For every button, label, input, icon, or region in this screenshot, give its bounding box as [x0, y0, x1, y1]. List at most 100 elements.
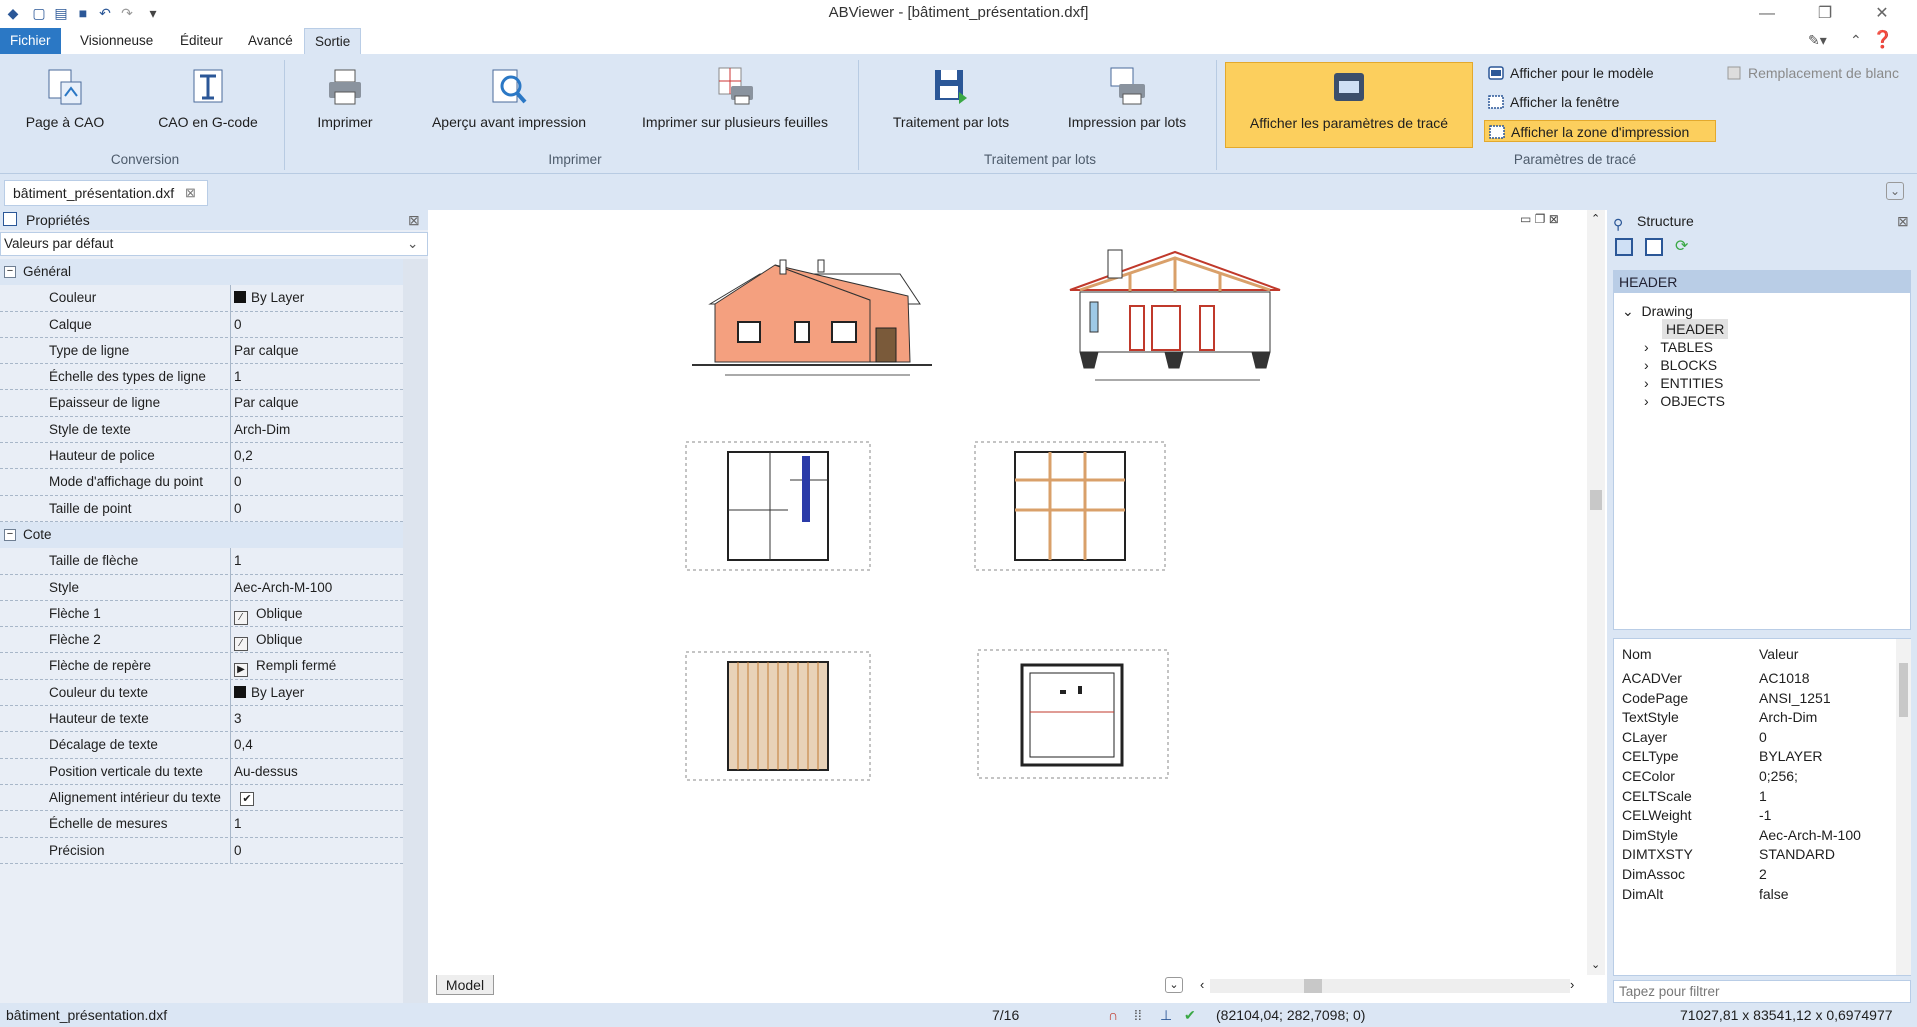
scroll-down-icon[interactable]: ⌄ — [1591, 958, 1600, 971]
split-view-icon[interactable] — [1645, 238, 1663, 256]
chevron-right-icon[interactable]: › — [1644, 375, 1649, 391]
property-row[interactable]: Calque 0 — [0, 311, 403, 338]
property-row[interactable]: Échelle de mesures 1 — [0, 811, 403, 838]
property-value[interactable]: 1 — [234, 364, 242, 390]
property-value[interactable]: Arch-Dim — [234, 417, 290, 443]
tree-node-blocks[interactable]: › BLOCKS — [1644, 355, 1717, 375]
tab-fichier[interactable]: Fichier — [0, 28, 61, 54]
show-plot-settings-button[interactable]: Afficher les paramètres de tracé — [1225, 62, 1473, 148]
close-window-button[interactable]: ✕ — [1862, 2, 1902, 26]
tree-node-tables[interactable]: › TABLES — [1644, 337, 1713, 357]
tree-node-entities[interactable]: › ENTITIES — [1644, 373, 1723, 393]
page-to-cad-button[interactable]: Page à CAO — [20, 62, 110, 152]
tab-visionneuse[interactable]: Visionneuse — [70, 28, 163, 54]
chevron-right-icon[interactable]: › — [1644, 339, 1649, 355]
model-tab[interactable]: Model — [436, 975, 494, 995]
checkbox[interactable]: ✔ — [240, 791, 254, 806]
expand-icon[interactable]: ⌄ — [1622, 303, 1634, 319]
property-value[interactable]: ✔ — [234, 785, 254, 811]
property-value[interactable]: 0 — [234, 496, 242, 522]
table-scroll-thumb[interactable] — [1899, 663, 1908, 717]
tree-node-drawing[interactable]: ⌄ Drawing — [1622, 301, 1693, 321]
property-value[interactable]: Aec-Arch-M-100 — [234, 575, 332, 601]
chevron-right-icon[interactable]: › — [1644, 393, 1649, 409]
tree-node-objects[interactable]: › OBJECTS — [1644, 391, 1725, 411]
property-value[interactable]: 0,2 — [234, 443, 253, 469]
collapse-ribbon-icon[interactable]: ⌃ — [1850, 32, 1862, 49]
close-tab-icon[interactable]: ⊠ — [185, 181, 196, 205]
property-row[interactable]: Flèche 2 ⁄ Oblique — [0, 627, 403, 654]
collapse-icon[interactable]: − — [4, 528, 16, 541]
property-value[interactable]: 0,4 — [234, 732, 253, 758]
batch-print-button[interactable]: Impression par lots — [1056, 62, 1198, 152]
property-row[interactable]: Style Aec-Arch-M-100 — [0, 574, 403, 601]
refresh-icon[interactable]: ⟳ — [1675, 236, 1688, 256]
cad-to-gcode-button[interactable]: CAO en G-code — [148, 62, 268, 152]
show-print-area-button[interactable]: Afficher la zone d'impression — [1484, 120, 1716, 142]
property-value[interactable]: Par calque — [234, 390, 299, 416]
property-row[interactable]: Couleur By Layer — [0, 285, 403, 312]
property-row[interactable]: Taille de point 0 — [0, 495, 403, 522]
property-row[interactable]: Type de ligne Par calque — [0, 337, 403, 365]
filter-input[interactable]: Tapez pour filtrer — [1613, 980, 1911, 1003]
collapse-icon[interactable]: − — [4, 266, 16, 278]
canvas-vertical-scrollbar[interactable]: ⌃ ⌄ — [1587, 210, 1605, 975]
property-row[interactable]: Décalage de texte 0,4 — [0, 732, 403, 759]
table-scrollbar[interactable] — [1896, 639, 1911, 975]
tab-editeur[interactable]: Éditeur — [170, 28, 233, 54]
property-row[interactable]: Position verticale du texte Au-dessus — [0, 758, 403, 785]
property-row[interactable]: Flèche 1 ⁄ Oblique — [0, 600, 403, 628]
scroll-up-icon[interactable]: ⌃ — [1591, 212, 1600, 225]
tab-avance[interactable]: Avancé — [238, 28, 303, 54]
property-value[interactable]: 3 — [234, 706, 242, 732]
tab-sortie[interactable]: Sortie — [304, 28, 362, 54]
property-value[interactable]: Par calque — [234, 338, 299, 364]
scroll-left-icon[interactable]: ‹ — [1200, 977, 1204, 992]
show-window-button[interactable]: Afficher la fenêtre — [1484, 91, 1619, 113]
grid-icon[interactable]: ⁞⁞ — [1134, 1003, 1142, 1027]
snap-icon[interactable]: ✔ — [1184, 1003, 1196, 1027]
property-row[interactable]: Alignement intérieur du texte ✔ — [0, 784, 403, 812]
restore-button[interactable]: ❐ — [1805, 2, 1845, 26]
property-value[interactable]: ⁄ Oblique — [234, 627, 303, 653]
tab-list-icon[interactable]: ⌄ — [1886, 182, 1904, 200]
property-row[interactable]: Flèche de repère ▶ Rempli fermé — [0, 653, 403, 680]
vscroll-thumb[interactable] — [1590, 490, 1602, 510]
tree-node-header[interactable]: HEADER — [1662, 319, 1729, 339]
property-value[interactable]: ▶ Rempli fermé — [234, 653, 336, 679]
scroll-right-icon[interactable]: › — [1570, 977, 1574, 992]
print-multiple-sheets-button[interactable]: Imprimer sur plusieurs feuilles — [630, 62, 840, 152]
document-tab[interactable]: bâtiment_présentation.dxf ⊠ — [4, 180, 208, 206]
property-value[interactable]: 0 — [234, 312, 242, 338]
magnet-icon[interactable]: ∩ — [1108, 1003, 1118, 1027]
property-row[interactable]: Taille de flèche 1 — [0, 548, 403, 575]
replace-white-button[interactable]: Remplacement de blanc — [1722, 62, 1899, 84]
category-general[interactable]: − Général — [0, 259, 403, 286]
help-icon[interactable]: ❓ — [1872, 30, 1893, 50]
close-properties-icon[interactable]: ⊠ — [408, 210, 420, 230]
property-value[interactable]: Au-dessus — [234, 759, 298, 785]
chevron-right-icon[interactable]: › — [1644, 357, 1649, 373]
property-value[interactable]: 0 — [234, 838, 242, 864]
property-row[interactable]: Mode d'affichage du point 0 — [0, 469, 403, 496]
property-value[interactable]: 0 — [234, 469, 242, 495]
property-row[interactable]: Hauteur de texte 3 — [0, 706, 403, 733]
property-value[interactable]: 1 — [234, 548, 242, 574]
hscroll-thumb[interactable] — [1304, 979, 1322, 993]
property-value[interactable]: By Layer — [234, 285, 304, 311]
print-button[interactable]: Imprimer — [300, 62, 390, 152]
close-structure-icon[interactable]: ⊠ — [1897, 210, 1909, 232]
property-row[interactable]: Précision 0 — [0, 837, 403, 864]
property-row[interactable]: Couleur du texte By Layer — [0, 679, 403, 707]
property-value[interactable]: By Layer — [234, 680, 304, 706]
property-row[interactable]: Hauteur de police 0,2 — [0, 443, 403, 470]
property-row[interactable]: Échelle des types de ligne 1 — [0, 364, 403, 391]
property-row[interactable]: Style de texte Arch-Dim — [0, 416, 403, 444]
property-value[interactable]: ⁄ Oblique — [234, 601, 303, 627]
properties-scrollbar[interactable] — [403, 259, 428, 1003]
print-preview-button[interactable]: Aperçu avant impression — [420, 62, 598, 152]
table-row[interactable]: DimAlt false — [1614, 883, 1894, 907]
tree-view-icon[interactable] — [1615, 238, 1633, 256]
style-icon[interactable]: ✎▾ — [1808, 32, 1827, 49]
ortho-icon[interactable]: ⊥ — [1160, 1003, 1172, 1027]
